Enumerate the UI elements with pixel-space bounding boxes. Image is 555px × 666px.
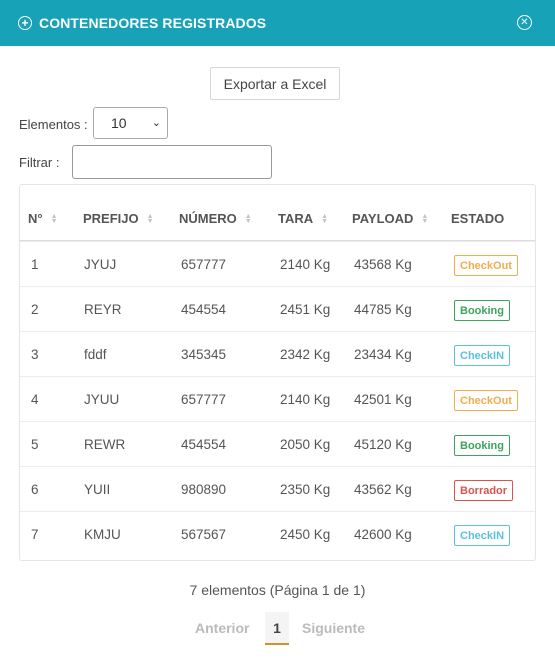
pagination-next-button[interactable]: Siguiente xyxy=(302,620,365,636)
cell-n: 7 xyxy=(31,527,39,542)
table-row: 6 YUII 980890 2350 Kg 43562 Kg Borrador xyxy=(20,466,535,511)
cell-payload: 44785 Kg xyxy=(354,302,412,317)
cell-n: 4 xyxy=(31,392,39,407)
cell-payload: 42600 Kg xyxy=(354,527,412,542)
status-badge: CheckOut xyxy=(454,255,518,276)
cell-prefijo: JYUU xyxy=(84,392,120,407)
cell-payload: 43562 Kg xyxy=(354,482,412,497)
column-header-n[interactable]: N° ▲ ▼ xyxy=(28,211,58,226)
cell-payload: 23434 Kg xyxy=(354,347,412,362)
cell-tara: 2342 Kg xyxy=(280,347,331,362)
column-header-payload[interactable]: PAYLOAD ▲ ▼ xyxy=(352,211,428,226)
cell-numero: 657777 xyxy=(181,392,227,407)
status-badge: CheckIN xyxy=(454,525,511,546)
sort-icon: ▲ ▼ xyxy=(244,212,252,225)
table-row: 1 JYUJ 657777 2140 Kg 43568 Kg CheckOut xyxy=(20,241,535,286)
cell-numero: 657777 xyxy=(181,257,227,272)
filter-input[interactable] xyxy=(72,145,272,179)
cell-tara: 2350 Kg xyxy=(280,482,331,497)
pagination-page-1[interactable]: 1 xyxy=(265,612,289,645)
cell-n: 5 xyxy=(31,437,39,452)
elements-label: Elementos : xyxy=(19,117,88,132)
cell-n: 1 xyxy=(31,257,39,272)
chevron-down-icon: ⌄ xyxy=(151,117,161,129)
table-row: 5 REWR 454554 2050 Kg 45120 Kg Booking xyxy=(20,421,535,466)
containers-table: N° ▲ ▼ PREFIJO ▲ ▼ NÚMERO ▲ ▼ TARA ▲ ▼ PAYLO… xyxy=(19,184,536,561)
cell-payload: 45120 Kg xyxy=(354,437,412,452)
cell-numero: 454554 xyxy=(181,437,227,452)
cell-prefijo: JYUJ xyxy=(84,257,117,272)
filter-label: Filtrar : xyxy=(19,155,60,170)
status-badge: Booking xyxy=(454,300,510,321)
column-header-prefijo[interactable]: PREFIJO ▲ ▼ xyxy=(83,211,154,226)
table-row: 3 fddf 345345 2342 Kg 23434 Kg CheckIN xyxy=(20,331,535,376)
cell-tara: 2450 Kg xyxy=(280,527,331,542)
sort-icon: ▲ ▼ xyxy=(146,212,154,225)
cell-numero: 345345 xyxy=(181,347,227,362)
cell-prefijo: KMJU xyxy=(84,527,121,542)
status-badge: Borrador xyxy=(454,480,514,501)
cell-tara: 2140 Kg xyxy=(280,257,331,272)
cell-numero: 454554 xyxy=(181,302,227,317)
table-row: 7 KMJU 567567 2450 Kg 42600 Kg CheckIN xyxy=(20,511,535,556)
sort-icon: ▲ ▼ xyxy=(50,212,58,225)
modal-header: + CONTENEDORES REGISTRADOS ✕ xyxy=(0,0,555,46)
export-excel-button[interactable]: Exportar a Excel xyxy=(210,67,340,100)
column-header-tara[interactable]: TARA ▲ ▼ xyxy=(278,211,328,226)
cell-numero: 567567 xyxy=(181,527,227,542)
status-badge: CheckOut xyxy=(454,390,518,411)
cell-n: 3 xyxy=(31,347,39,362)
table-header: N° ▲ ▼ PREFIJO ▲ ▼ NÚMERO ▲ ▼ TARA ▲ ▼ PAYLO… xyxy=(20,185,535,241)
cell-tara: 2140 Kg xyxy=(280,392,331,407)
elements-select[interactable]: 10 ⌄ xyxy=(93,107,168,139)
modal-title: CONTENEDORES REGISTRADOS xyxy=(39,15,267,31)
table-row: 4 JYUU 657777 2140 Kg 42501 Kg CheckOut xyxy=(20,376,535,421)
cell-prefijo: YUII xyxy=(84,482,111,497)
plus-circle-icon: + xyxy=(18,16,32,30)
cell-prefijo: REWR xyxy=(84,437,126,452)
status-badge: Booking xyxy=(454,435,510,456)
cell-prefijo: fddf xyxy=(84,347,107,362)
cell-n: 6 xyxy=(31,482,39,497)
cell-prefijo: REYR xyxy=(84,302,122,317)
cell-tara: 2050 Kg xyxy=(280,437,331,452)
pagination-info: 7 elementos (Página 1 de 1) xyxy=(189,582,366,598)
pagination-prev-button[interactable]: Anterior xyxy=(195,620,249,636)
status-badge: CheckIN xyxy=(454,345,511,366)
close-icon[interactable]: ✕ xyxy=(517,15,532,30)
sort-icon: ▲ ▼ xyxy=(321,212,329,225)
column-header-estado[interactable]: ESTADO xyxy=(451,211,504,226)
cell-numero: 980890 xyxy=(181,482,227,497)
sort-icon: ▲ ▼ xyxy=(421,212,429,225)
cell-payload: 43568 Kg xyxy=(354,257,412,272)
cell-n: 2 xyxy=(31,302,39,317)
column-header-numero[interactable]: NÚMERO ▲ ▼ xyxy=(179,211,252,226)
cell-tara: 2451 Kg xyxy=(280,302,331,317)
cell-payload: 42501 Kg xyxy=(354,392,412,407)
table-row: 2 REYR 454554 2451 Kg 44785 Kg Booking xyxy=(20,286,535,331)
elements-select-value: 10 xyxy=(111,115,127,131)
